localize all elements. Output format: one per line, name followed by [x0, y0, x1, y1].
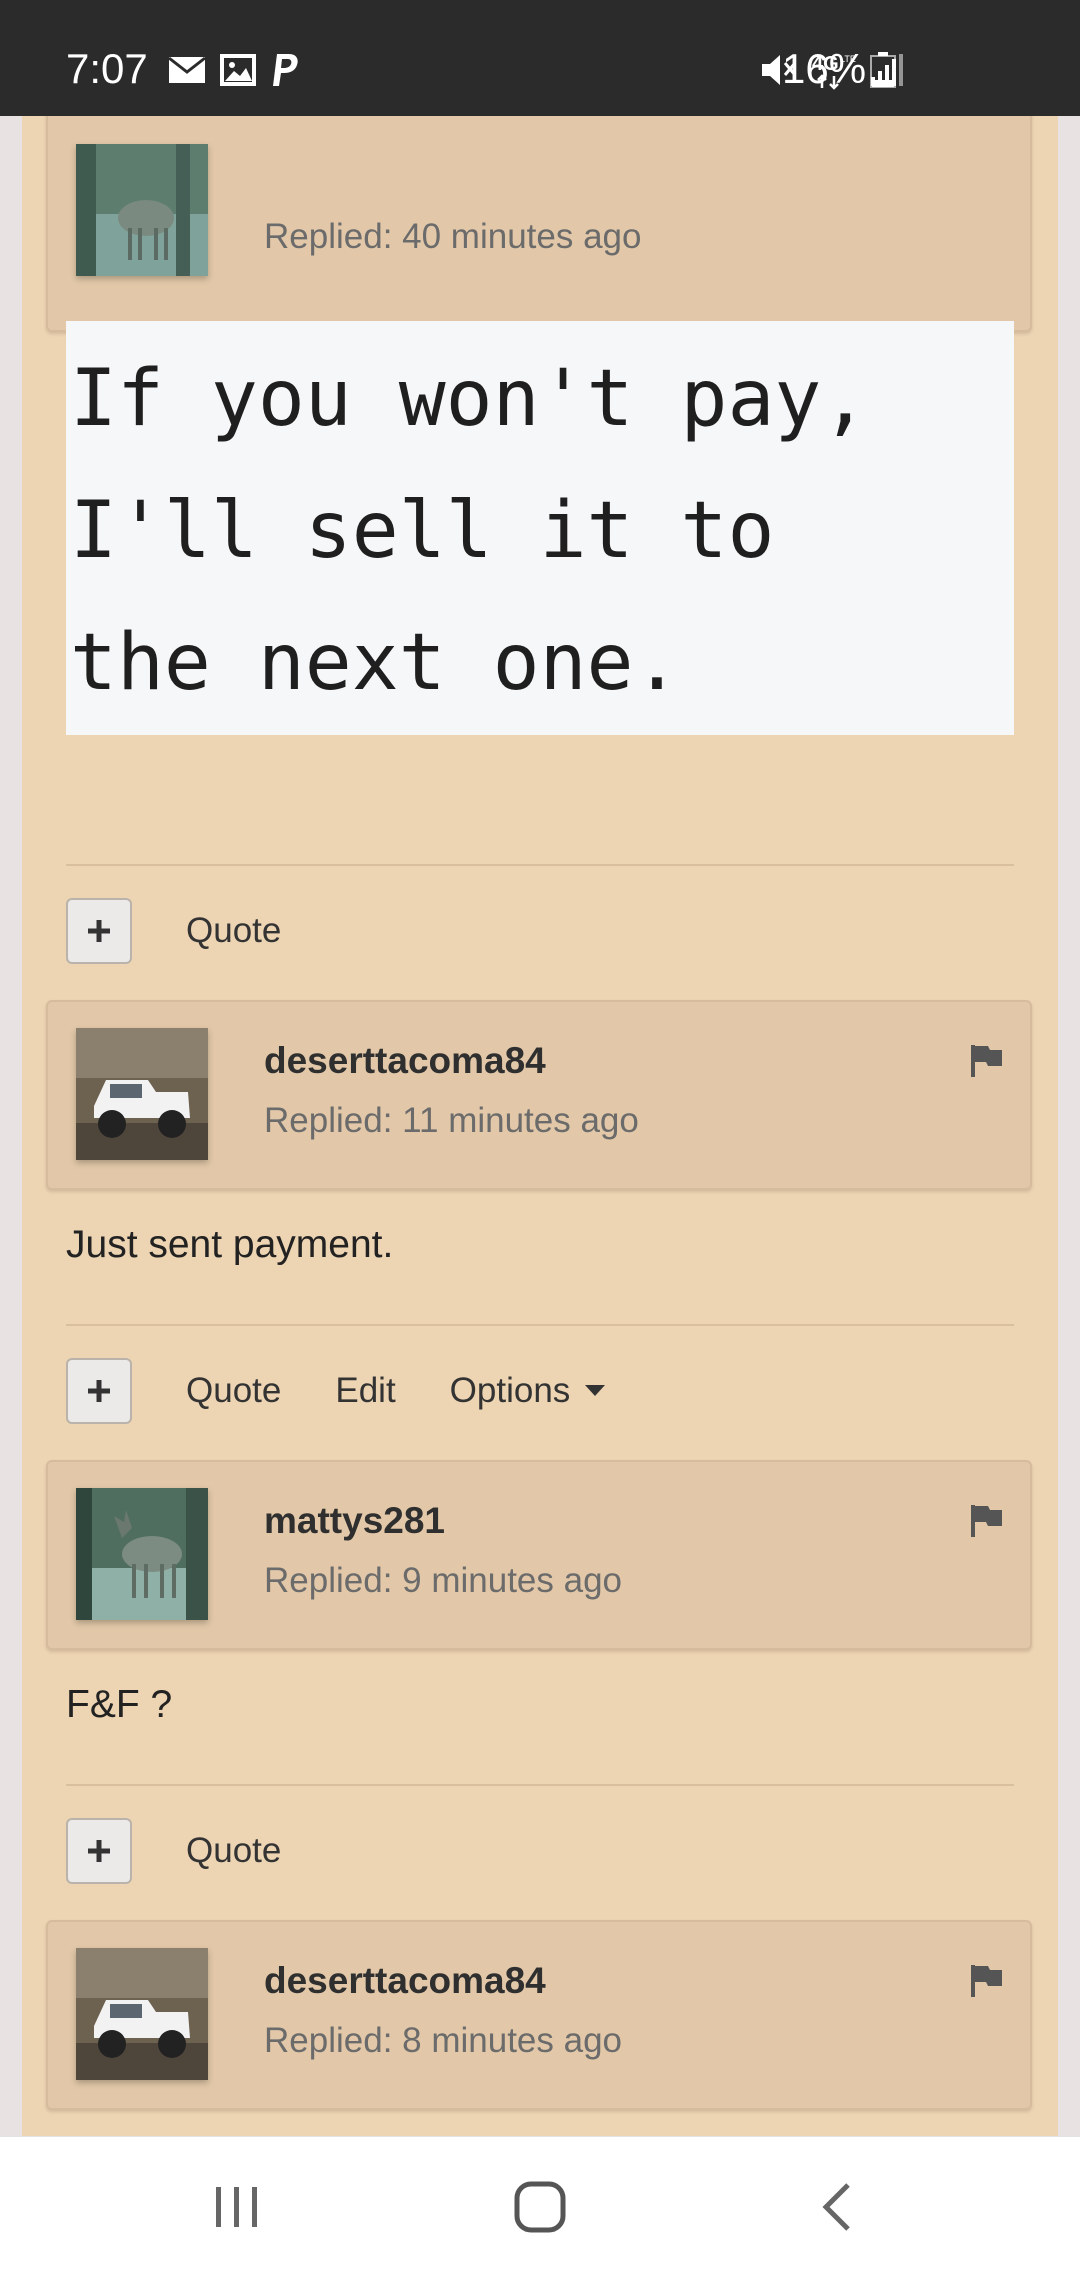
image-icon	[220, 54, 256, 86]
notification-icons	[168, 50, 300, 90]
reply-timestamp: Replied: 11 minutes ago	[264, 1101, 639, 1140]
edit-button[interactable]: Edit	[335, 1368, 395, 1414]
post-body: F&F ?	[66, 1683, 173, 1726]
reply-timestamp: Replied: 9 minutes ago	[264, 1561, 622, 1600]
post-header-card: deserttacoma84 Replied: 11 minutes ago	[46, 1000, 1032, 1190]
battery-percent: 16%	[782, 45, 867, 92]
battery-icon	[870, 52, 896, 88]
post-actions: Quote Edit Options	[66, 1356, 606, 1426]
truck-avatar[interactable]	[76, 1948, 208, 2080]
options-label: Options	[449, 1371, 571, 1410]
status-time: 7:07	[66, 45, 148, 92]
deer-image	[76, 144, 208, 276]
flag-icon[interactable]	[968, 1042, 1004, 1078]
plus-button[interactable]	[66, 1358, 132, 1424]
home-icon[interactable]	[512, 2179, 568, 2235]
plus-button[interactable]	[66, 1818, 132, 1884]
quote-button[interactable]: Quote	[186, 908, 281, 954]
post-header-card: mattys281 Replied: 9 minutes ago	[46, 1460, 1032, 1650]
code-block-text: If you won't pay, I'll sell it to the ne…	[70, 354, 869, 708]
flag-icon[interactable]	[968, 1962, 1004, 1998]
plus-icon	[88, 1840, 110, 1862]
status-bar: 7:07 4G LTE 16%	[0, 0, 1080, 116]
post-actions: Quote	[66, 896, 335, 966]
post-header-card: deserttacoma84 Replied: 8 minutes ago	[46, 1920, 1032, 2110]
post-header-card: Replied: 40 minutes ago	[46, 116, 1032, 332]
truck-avatar[interactable]	[76, 1028, 208, 1160]
mail-icon	[168, 56, 206, 83]
thread-page: Replied: 40 minutes ago If you won't pay…	[22, 116, 1058, 2136]
post-actions: Quote	[66, 1816, 335, 1886]
username[interactable]: deserttacoma84	[264, 1958, 546, 2004]
quote-button[interactable]: Quote	[186, 1828, 281, 1874]
plus-icon	[88, 1380, 110, 1402]
reply-timestamp: Replied: 8 minutes ago	[264, 2021, 622, 2060]
deer-avatar[interactable]	[76, 1488, 208, 1620]
options-dropdown[interactable]: Options	[450, 1371, 607, 1411]
truck-image	[76, 1028, 208, 1160]
quote-button[interactable]: Quote	[186, 1368, 281, 1414]
paypal-icon	[273, 54, 298, 86]
plus-button[interactable]	[66, 898, 132, 964]
username[interactable]: deserttacoma84	[264, 1038, 546, 1084]
truck-image	[76, 1948, 208, 2080]
username[interactable]: mattys281	[264, 1498, 445, 1544]
recent-apps-icon[interactable]	[212, 2179, 262, 2235]
code-block: If you won't pay, I'll sell it to the ne…	[66, 321, 1014, 735]
reply-timestamp: Replied: 40 minutes ago	[264, 217, 642, 256]
flag-icon[interactable]	[968, 1502, 1004, 1538]
deer-image	[76, 1488, 208, 1620]
post-divider	[66, 1324, 1014, 1326]
post-divider	[66, 1784, 1014, 1786]
back-icon[interactable]	[818, 2179, 858, 2235]
deer-avatar[interactable]	[76, 144, 208, 276]
post-body: Just sent payment.	[66, 1223, 394, 1266]
caret-down-icon	[585, 1385, 606, 1396]
plus-icon	[88, 920, 110, 942]
navigation-bar	[0, 2136, 1080, 2281]
post-divider	[66, 864, 1014, 866]
